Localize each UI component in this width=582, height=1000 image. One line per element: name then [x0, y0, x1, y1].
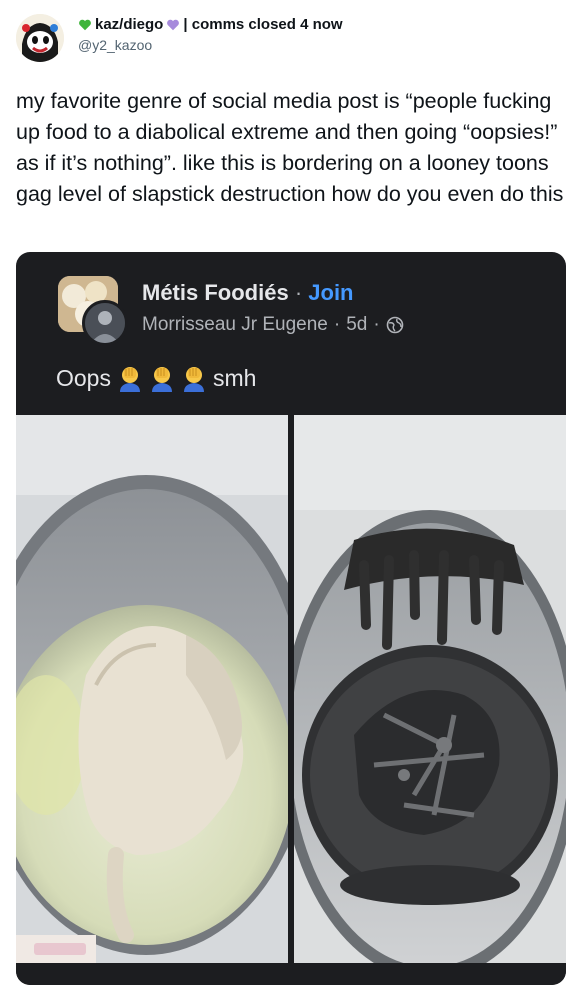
green-heart-icon	[78, 18, 92, 32]
post-age[interactable]: 5d	[346, 314, 367, 336]
display-name-row[interactable]: kaz/diego | comms closed 4 now	[78, 16, 343, 33]
user-handle[interactable]: @y2_kazoo	[78, 37, 343, 53]
facepalm-icon	[117, 364, 143, 392]
photo-burnt-chicken[interactable]	[294, 415, 566, 963]
purple-heart-icon	[166, 18, 180, 32]
photo-grid	[16, 415, 566, 963]
tweet-text: my favorite genre of social media post i…	[16, 89, 564, 206]
group-title-row: Métis Foodiés · Join	[142, 280, 354, 306]
globe-icon	[386, 316, 404, 334]
card-bottom-strip	[16, 963, 566, 985]
facepalm-icon	[149, 364, 175, 392]
embedded-screenshot[interactable]: Métis Foodiés · Join Morrisseau Jr Eugen…	[16, 252, 566, 985]
join-link[interactable]: Join	[308, 280, 353, 305]
user-avatar[interactable]	[16, 14, 64, 62]
caption-text-end: smh	[212, 364, 257, 391]
author-avatar[interactable]	[82, 300, 128, 346]
separator: ·	[333, 314, 341, 335]
photo-raw-chicken[interactable]	[16, 415, 288, 963]
separator: ·	[373, 314, 380, 335]
caption-text-start: Oops	[56, 364, 111, 391]
display-name[interactable]: kaz/diego	[95, 16, 163, 33]
group-avatar[interactable]	[58, 276, 128, 346]
display-name-suffix: | comms closed 4 now	[183, 16, 343, 33]
facepalm-icon	[181, 364, 207, 392]
tweet-header: kaz/diego | comms closed 4 now @y2_kazoo	[78, 16, 343, 53]
separator: ·	[294, 280, 303, 305]
author-name[interactable]: Morrisseau Jr Eugene	[142, 314, 328, 336]
group-name[interactable]: Métis Foodiés	[142, 280, 289, 305]
post-caption: Oops smh	[56, 364, 256, 392]
post-meta: Morrisseau Jr Eugene · 5d ·	[142, 314, 404, 336]
